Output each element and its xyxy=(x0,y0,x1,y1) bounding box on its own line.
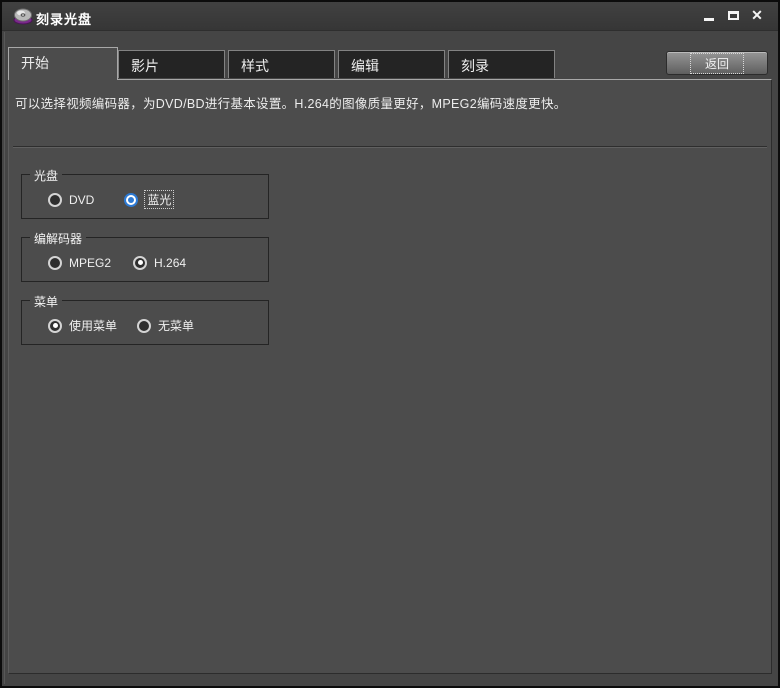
radio-mpeg2-label: MPEG2 xyxy=(69,256,111,270)
maximize-button[interactable] xyxy=(724,5,742,25)
group-disc: 光盘 DVD 蓝光 xyxy=(21,174,269,219)
radio-no-menu[interactable]: 无菜单 xyxy=(137,317,194,334)
radio-h264-icon xyxy=(133,256,147,270)
tab-movie[interactable]: 影片 xyxy=(118,50,225,78)
radio-bluray-label: 蓝光 xyxy=(145,191,173,208)
back-button[interactable]: 返回 xyxy=(666,51,768,75)
window-bevel xyxy=(4,32,5,684)
window-title: 刻录光盘 xyxy=(36,9,92,28)
tab-start[interactable]: 开始 xyxy=(8,47,118,80)
radio-use-menu-label: 使用菜单 xyxy=(69,317,117,334)
group-codec-options: MPEG2 H.264 xyxy=(22,238,268,281)
tab-burn[interactable]: 刻录 xyxy=(448,50,555,78)
radio-h264[interactable]: H.264 xyxy=(133,256,186,270)
radio-bluray[interactable]: 蓝光 xyxy=(124,191,173,208)
content-panel: 可以选择视频编码器，为DVD/BD进行基本设置。H.264的图像质量更好，MPE… xyxy=(8,79,772,674)
close-button[interactable]: ✕ xyxy=(748,5,766,25)
radio-mpeg2[interactable]: MPEG2 xyxy=(48,256,111,270)
close-icon: ✕ xyxy=(751,8,763,22)
radio-no-menu-icon xyxy=(137,319,151,333)
window-controls: ✕ xyxy=(700,5,766,25)
description-text: 可以选择视频编码器，为DVD/BD进行基本设置。H.264的图像质量更好，MPE… xyxy=(15,93,567,112)
maximize-icon xyxy=(728,11,739,20)
radio-mpeg2-icon xyxy=(48,256,62,270)
tab-edit[interactable]: 编辑 xyxy=(338,50,445,78)
radio-h264-label: H.264 xyxy=(154,256,186,270)
title-bar[interactable]: 刻录光盘 ✕ xyxy=(2,2,778,31)
app-window: 刻录光盘 ✕ 开始 影片 样式 编辑 刻录 返回 可以选择视频编码器，为DVD/… xyxy=(0,0,780,688)
minimize-icon xyxy=(704,18,714,21)
disc-icon xyxy=(12,6,34,26)
radio-dvd-icon xyxy=(48,193,62,207)
radio-use-menu-icon xyxy=(48,319,62,333)
radio-no-menu-label: 无菜单 xyxy=(158,317,194,334)
radio-bluray-icon xyxy=(124,193,138,207)
separator-line xyxy=(13,146,767,148)
group-menu-options: 使用菜单 无菜单 xyxy=(22,301,268,344)
radio-dvd[interactable]: DVD xyxy=(48,193,94,207)
minimize-button[interactable] xyxy=(700,5,718,25)
back-button-label: 返回 xyxy=(691,54,743,73)
radio-dvd-label: DVD xyxy=(69,193,94,207)
radio-use-menu[interactable]: 使用菜单 xyxy=(48,317,117,334)
group-codec: 编解码器 MPEG2 H.264 xyxy=(21,237,269,282)
group-disc-options: DVD 蓝光 xyxy=(22,175,268,218)
tab-style[interactable]: 样式 xyxy=(228,50,335,78)
group-menu: 菜单 使用菜单 无菜单 xyxy=(21,300,269,345)
